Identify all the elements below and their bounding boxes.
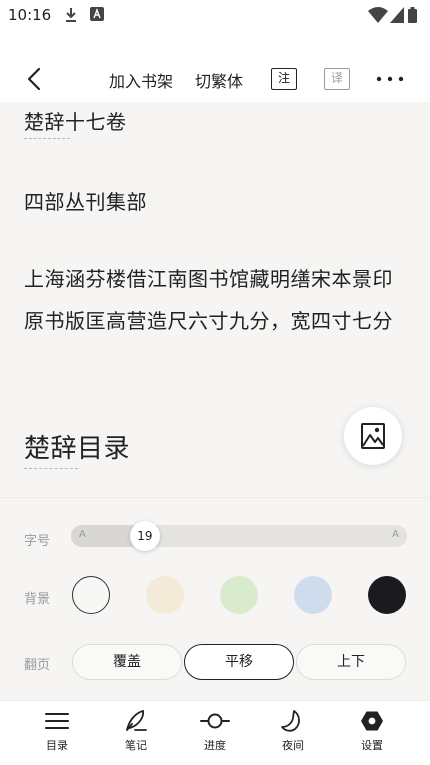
heading-text: 楚辞十七卷 bbox=[24, 110, 127, 134]
status-time: 10:16 bbox=[8, 6, 52, 24]
settings-panel: 字号 A A 19 背景 翻页 覆盖 平移 上下 bbox=[0, 497, 430, 700]
signal-icon bbox=[390, 7, 404, 23]
page-mode-cover-button[interactable]: 覆盖 bbox=[72, 644, 182, 680]
nav-label: 设置 bbox=[361, 739, 383, 752]
font-size-slider-thumb[interactable]: 19 bbox=[129, 521, 160, 551]
page-mode-scroll-button[interactable]: 上下 bbox=[296, 644, 406, 680]
nav-item-settings[interactable]: 设置 bbox=[342, 709, 402, 759]
background-swatch-dark[interactable] bbox=[368, 576, 406, 614]
list-icon bbox=[45, 713, 69, 729]
nav-item-night[interactable]: 夜间 bbox=[263, 709, 323, 759]
nav-label: 笔记 bbox=[125, 739, 147, 752]
font-size-label: 字号 bbox=[24, 534, 51, 549]
heading-text: 楚辞目录 bbox=[24, 434, 131, 464]
pen-icon bbox=[126, 709, 147, 731]
paragraph: 四部丛刊集部 bbox=[24, 190, 147, 214]
wifi-icon bbox=[368, 7, 388, 23]
background-label: 背景 bbox=[24, 592, 51, 607]
nav-item-notes[interactable]: 笔记 bbox=[106, 709, 166, 759]
background-swatch-beige[interactable] bbox=[146, 576, 184, 614]
app-notification-icon bbox=[90, 7, 104, 21]
font-max-label: A bbox=[392, 529, 399, 540]
heading-underline bbox=[24, 468, 78, 469]
background-swatch-white[interactable] bbox=[72, 576, 110, 614]
moon-icon bbox=[281, 710, 300, 732]
translation-toggle[interactable]: 译 bbox=[324, 68, 350, 90]
settings-icon bbox=[361, 711, 383, 731]
progress-icon bbox=[200, 713, 230, 729]
bottom-nav: 目录 笔记 进度 夜间 设置 bbox=[0, 700, 430, 765]
reader-toolbar: 加入书架 切繁体 注 译 bbox=[0, 56, 430, 102]
background-swatch-green[interactable] bbox=[220, 576, 258, 614]
font-size-slider[interactable]: A A 19 bbox=[71, 521, 407, 551]
font-min-label: A bbox=[79, 529, 86, 540]
heading-underline bbox=[24, 138, 70, 139]
nav-label: 目录 bbox=[46, 739, 68, 752]
nav-item-toc[interactable]: 目录 bbox=[27, 709, 87, 759]
download-icon bbox=[66, 8, 76, 22]
nav-label: 进度 bbox=[204, 739, 226, 752]
chapter-heading: 楚辞十七卷 bbox=[24, 106, 408, 139]
battery-icon bbox=[408, 7, 417, 23]
page-turn-label: 翻页 bbox=[24, 658, 51, 673]
paragraph: 上海涵芬楼借江南图书馆藏明缮宋本景印原书版匡高营造尺六寸九分，宽四寸七分 bbox=[24, 267, 393, 333]
nav-item-progress[interactable]: 进度 bbox=[185, 709, 245, 759]
add-to-shelf-button[interactable]: 加入书架 bbox=[109, 68, 173, 92]
status-bar: 10:16 bbox=[0, 0, 430, 30]
more-button[interactable] bbox=[376, 68, 404, 90]
background-swatch-blue[interactable] bbox=[294, 576, 332, 614]
nav-label: 夜间 bbox=[282, 739, 304, 752]
back-button[interactable] bbox=[22, 66, 48, 92]
annotation-toggle[interactable]: 注 bbox=[271, 68, 297, 90]
image-icon bbox=[361, 423, 385, 449]
convert-traditional-button[interactable]: 切繁体 bbox=[195, 68, 243, 92]
image-button[interactable] bbox=[344, 407, 402, 465]
page-mode-slide-button[interactable]: 平移 bbox=[184, 644, 294, 680]
